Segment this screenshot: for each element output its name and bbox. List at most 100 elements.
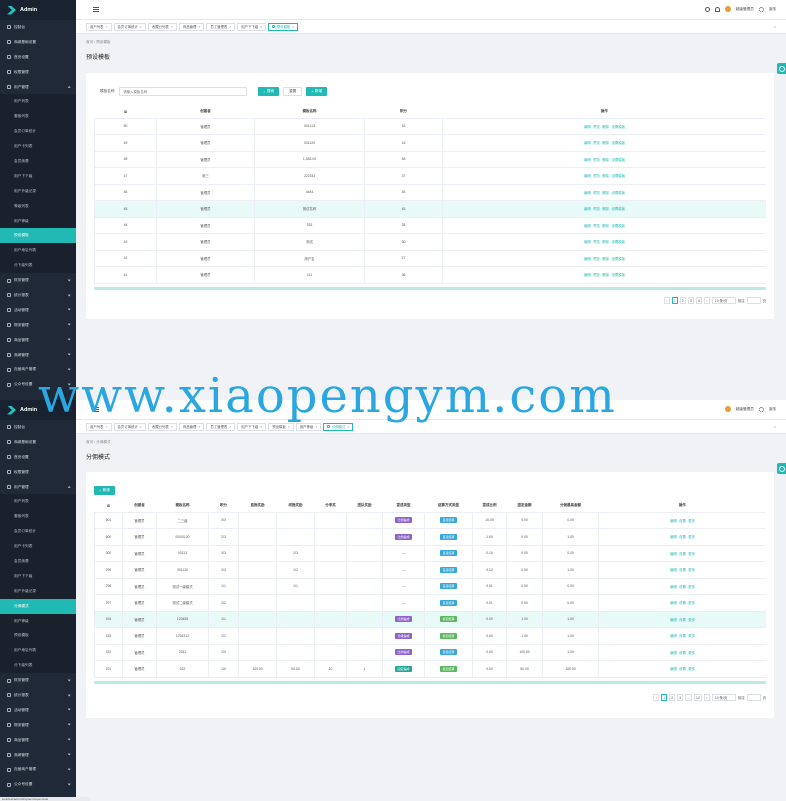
sidebar-item[interactable]: 控制台: [0, 420, 76, 435]
action-link[interactable]: 更多: [688, 568, 695, 572]
action-link[interactable]: 预览: [593, 257, 600, 261]
page-number[interactable]: ...: [685, 694, 693, 701]
action-link[interactable]: 预览: [593, 125, 600, 129]
action-link[interactable]: 设置: [679, 552, 686, 556]
sidebar-subitem[interactable]: 用户地址列表: [0, 243, 76, 259]
page-size-select[interactable]: 10 条/页: [711, 694, 736, 701]
sidebar-item[interactable]: 权限管理: [0, 65, 76, 80]
close-icon[interactable]: ×: [106, 25, 108, 29]
prev-page-icon[interactable]: ‹: [653, 694, 660, 701]
close-icon[interactable]: ×: [288, 425, 290, 429]
action-link[interactable]: 编辑: [670, 519, 677, 523]
add-button[interactable]: + 新增: [306, 87, 328, 96]
tabs-menu-icon[interactable]: ⌂: [774, 24, 776, 29]
action-link[interactable]: 设置: [679, 519, 686, 523]
action-link[interactable]: 更多: [688, 618, 695, 622]
action-link[interactable]: 设置: [679, 618, 686, 622]
sidebar-item[interactable]: 商城管理: [0, 348, 76, 363]
action-link[interactable]: 预览: [593, 207, 600, 211]
action-link[interactable]: 预览: [593, 224, 600, 228]
page-number[interactable]: 3: [677, 694, 684, 701]
tabs-menu-icon[interactable]: ⌂: [774, 424, 776, 429]
sidebar-item[interactable]: 用户管理: [0, 480, 76, 495]
sidebar-item[interactable]: 控制台: [0, 20, 76, 35]
tab-item[interactable]: 用户下下级 ×: [237, 22, 267, 31]
sidebar-item[interactable]: 首页设置: [0, 50, 76, 65]
action-link[interactable]: 设置: [679, 634, 686, 638]
sidebar-subitem[interactable]: 预设模板: [0, 228, 76, 244]
sidebar-item[interactable]: 公众号设置: [0, 777, 76, 792]
settings-label[interactable]: 宣传: [769, 407, 776, 412]
action-link[interactable]: 删除: [602, 273, 609, 277]
horizontal-scrollbar[interactable]: [94, 286, 766, 290]
sidebar-subitem[interactable]: 会员订单统计: [0, 524, 76, 540]
brand[interactable]: Admin: [0, 0, 76, 20]
sidebar-item[interactable]: 首页设置: [0, 450, 76, 465]
action-link[interactable]: 预览: [593, 141, 600, 145]
sidebar-item[interactable]: 活动管理: [0, 303, 76, 318]
action-link[interactable]: 编辑: [584, 207, 591, 211]
action-link[interactable]: 删除: [602, 125, 609, 129]
prev-page-icon[interactable]: ‹: [663, 297, 670, 304]
sidebar-item[interactable]: 用户管理: [0, 80, 76, 95]
page-size-select[interactable]: 10 条/页: [711, 297, 736, 304]
action-link[interactable]: 预览: [593, 174, 600, 178]
action-link[interactable]: 删除: [602, 240, 609, 244]
action-link[interactable]: 删除: [602, 207, 609, 211]
tab-item[interactable]: 预设模板 ×: [268, 22, 299, 31]
sidebar-item[interactable]: 权限管理: [0, 465, 76, 480]
close-icon[interactable]: ×: [171, 425, 173, 429]
action-link[interactable]: 设置模板: [611, 257, 625, 261]
close-icon[interactable]: ×: [198, 425, 200, 429]
goto-input[interactable]: [746, 297, 761, 304]
add-button[interactable]: + 新增: [94, 486, 115, 495]
sidebar-subitem[interactable]: 用户升级记录: [0, 183, 76, 199]
username[interactable]: 超级管理员: [736, 407, 754, 412]
action-link[interactable]: 编辑: [670, 568, 677, 572]
action-link[interactable]: 设置模板: [611, 158, 625, 162]
action-link[interactable]: 设置模板: [611, 125, 625, 129]
sidebar-subitem[interactable]: 看板列表: [0, 509, 76, 525]
action-link[interactable]: 设置: [679, 535, 686, 539]
action-link[interactable]: 删除: [602, 191, 609, 195]
sidebar-subitem[interactable]: 用户升级记录: [0, 583, 76, 599]
search-button[interactable]: ⌕ 搜索: [258, 87, 280, 96]
settings-float-icon[interactable]: [777, 463, 786, 474]
action-link[interactable]: 删除: [602, 224, 609, 228]
action-link[interactable]: 编辑: [670, 552, 677, 556]
sidebar-subitem[interactable]: 会员订单统计: [0, 124, 76, 140]
action-link[interactable]: 删除: [602, 158, 609, 162]
sidebar-item[interactable]: 物流管理: [0, 318, 76, 333]
tab-item[interactable]: 用户列表 ×: [86, 422, 112, 431]
menu-toggle-icon[interactable]: [93, 7, 99, 12]
bell-icon[interactable]: [714, 6, 720, 12]
close-icon[interactable]: ×: [347, 425, 349, 429]
sidebar-item[interactable]: 商城基础设置: [0, 435, 76, 450]
action-link[interactable]: 编辑: [584, 240, 591, 244]
page-number[interactable]: 3: [687, 297, 694, 304]
sidebar-item[interactable]: 商品管理: [0, 733, 76, 748]
tab-item[interactable]: 商品管理 ×: [178, 22, 205, 31]
sidebar-subitem[interactable]: 用户下下级: [0, 168, 76, 184]
reset-button[interactable]: 重置: [283, 87, 303, 96]
page-number[interactable]: 1: [661, 694, 668, 701]
brand[interactable]: Admin: [0, 400, 76, 420]
action-link[interactable]: 更多: [688, 552, 695, 556]
action-link[interactable]: 预览: [593, 191, 600, 195]
close-icon[interactable]: ×: [229, 25, 231, 29]
sidebar-subitem[interactable]: 用户下下级: [0, 568, 76, 584]
tab-item[interactable]: 员工管理表 ×: [206, 422, 236, 431]
sidebar-item[interactable]: 财务管理: [0, 673, 76, 688]
tab-item[interactable]: 员工管理表 ×: [206, 22, 236, 31]
action-link[interactable]: 删除: [602, 174, 609, 178]
page-number[interactable]: 2: [669, 694, 676, 701]
action-link[interactable]: 更多: [688, 651, 695, 655]
action-link[interactable]: 预览: [593, 240, 600, 244]
tab-item[interactable]: 收藏分列表 ×: [147, 22, 177, 31]
close-icon[interactable]: ×: [260, 25, 262, 29]
tab-item[interactable]: 用户下下级 ×: [237, 422, 267, 431]
search-icon[interactable]: [704, 6, 710, 12]
action-link[interactable]: 预览: [593, 158, 600, 162]
page-number[interactable]: 12: [694, 694, 702, 701]
sidebar-subitem[interactable]: 用户地址列表: [0, 643, 76, 659]
